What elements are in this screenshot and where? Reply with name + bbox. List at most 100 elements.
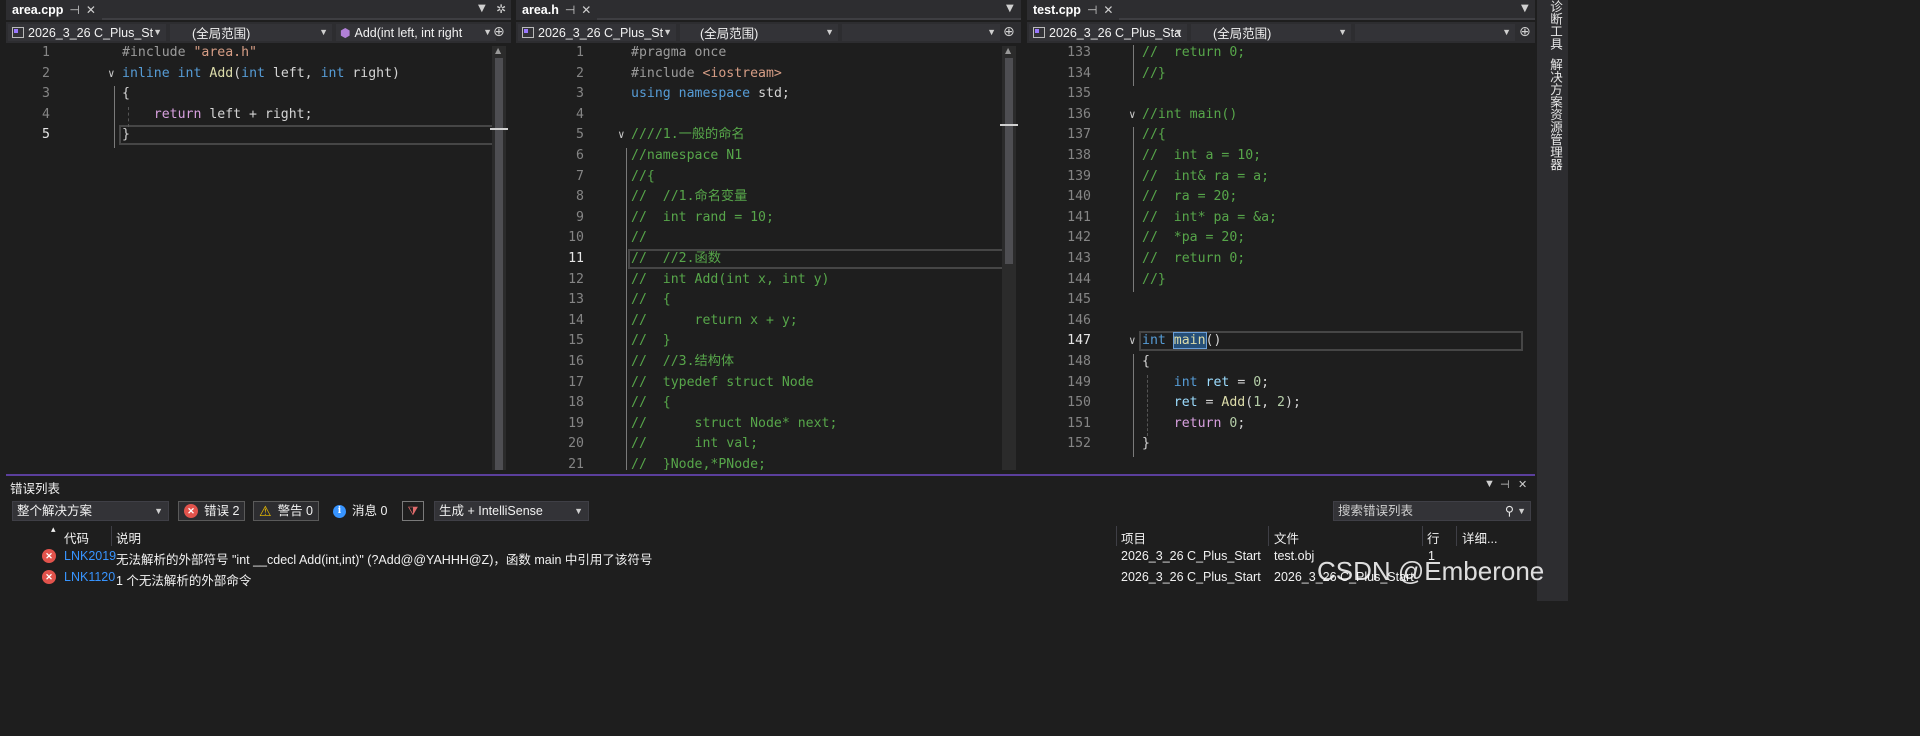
errors-filter-button[interactable]: ✕ 错误 2 [178,501,246,521]
diagnostic-tools-tab[interactable]: 诊断工具 [1546,0,1565,50]
pin-icon[interactable]: ⊣ [565,3,575,17]
split-editor-icon[interactable]: ⊕ [1003,24,1015,40]
code-line[interactable]: 3 using namespace std; [516,84,1021,105]
code-line[interactable]: 2 ∨ inline int Add(int left, int right) [6,64,511,85]
error-code-link[interactable]: LNK1120 [64,570,116,584]
search-icon[interactable]: ⚲ [1505,502,1514,520]
close-icon[interactable]: ✕ [86,3,96,17]
code-line[interactable]: 1 #pragma once [516,43,1021,64]
solution-explorer-tab[interactable]: 解决方案资源管理器 [1546,58,1565,171]
code-line[interactable]: 150 ret = Add(1, 2); [1027,393,1535,414]
code-line[interactable]: 151 return 0; [1027,414,1535,435]
pin-icon[interactable]: ⊣ [69,3,79,17]
code-line[interactable]: 8 // //1.命名变量 [516,187,1021,208]
tab-dropdown-icon[interactable]: ▼ [1006,3,1014,14]
code-line[interactable]: 9 // int rand = 10; [516,208,1021,229]
code-line[interactable]: 138 // int a = 10; [1027,146,1535,167]
code-line[interactable]: 16 // //3.结构体 [516,352,1021,373]
column-separator[interactable] [1116,526,1117,546]
code-line[interactable]: 1 #include "area.h" [6,43,511,64]
code-line[interactable]: 20 // int val; [516,434,1021,455]
code-line[interactable]: 14 // return x + y; [516,311,1021,332]
scope-select[interactable]: 整个解决方案 ▼ [12,501,169,521]
code-line[interactable]: 144 //} [1027,270,1535,291]
code-line[interactable]: 12 // int Add(int x, int y) [516,270,1021,291]
code-line[interactable]: 13 // { [516,290,1021,311]
column-separator[interactable] [1456,526,1457,546]
project-dropdown[interactable]: 2026_3_26 C_Plus_St ▼ [8,24,166,41]
fold-toggle-icon[interactable]: ∨ [1129,331,1136,352]
column-separator[interactable] [111,526,112,546]
messages-filter-button[interactable]: i 消息 0 [327,501,393,521]
close-icon[interactable]: ✕ [1518,478,1527,491]
column-detail[interactable]: 详细... [1462,528,1497,547]
code-line[interactable]: 21 // }Node,*PNode; [516,455,1021,470]
filter-icon[interactable]: ⧩ [402,501,424,521]
scope-dropdown[interactable]: (全局范围) ▼ [1191,24,1351,41]
code-line[interactable]: 11 // //2.函数 [516,249,1021,270]
vertical-scrollbar[interactable]: ▲ [1000,46,1018,470]
code-line[interactable]: 5} [6,125,511,146]
code-line[interactable]: 149 int ret = 0; [1027,373,1535,394]
pin-icon[interactable]: ⊣ [1500,478,1510,491]
code-line[interactable]: 137 //{ [1027,125,1535,146]
code-line[interactable]: 133 // return 0; [1027,43,1535,64]
tab-test-cpp[interactable]: test.cpp ⊣ ✕ [1027,0,1120,20]
column-desc[interactable]: 说明 [116,528,141,547]
code-line[interactable]: 15 // } [516,331,1021,352]
tab-dropdown-icon[interactable]: ▼ [478,3,486,14]
error-row[interactable]: ✕ LNK2019 无法解析的外部符号 "int __cdecl Add(int… [6,546,1535,567]
scroll-thumb[interactable] [1005,58,1013,264]
build-select[interactable]: 生成 + IntelliSense ▼ [434,501,589,521]
code-line[interactable]: 3{ [6,84,511,105]
editor-pane-area-h[interactable]: area.h ⊣ ✕ ▼ 2026_3_26 C_Plus_St ▼ (全局范围)… [516,0,1021,470]
scroll-up-icon[interactable]: ▲ [1005,46,1011,55]
fold-toggle-icon[interactable]: ∨ [618,125,625,146]
column-line[interactable]: 行 [1427,528,1440,547]
panel-dropdown-icon[interactable]: ▼ [1484,478,1495,490]
code-line[interactable]: 140 // ra = 20; [1027,187,1535,208]
code-editor[interactable]: 1 #pragma once 2 #include <iostream> 3 using … [516,43,1021,470]
code-line[interactable]: 135 [1027,84,1535,105]
member-dropdown[interactable]: ▼ [1355,24,1515,41]
project-dropdown[interactable]: 2026_3_26 C_Plus_St ▼ [518,24,676,41]
code-line[interactable]: 6 //namespace N1 [516,146,1021,167]
code-editor[interactable]: 1 #include "area.h" 2 ∨ inline int Add(int l… [6,43,511,470]
vertical-scrollbar[interactable]: ▲ [490,46,508,470]
code-line[interactable]: 4 return left + right; [6,105,511,126]
code-line[interactable]: 5 ∨ ////1.一般的命名 [516,125,1021,146]
search-error-list-input[interactable]: 搜索错误列表 ⚲ ▼ [1333,501,1531,521]
fold-toggle-icon[interactable]: ∨ [1129,105,1136,126]
code-line[interactable]: 142 // *pa = 20; [1027,228,1535,249]
code-line[interactable]: 4 [516,105,1021,126]
warnings-filter-button[interactable]: ⚠ 警告 0 [253,501,319,521]
code-line[interactable]: 134 //} [1027,64,1535,85]
code-line[interactable]: 146 [1027,311,1535,332]
column-project[interactable]: 项目 [1121,528,1146,547]
close-icon[interactable]: ✕ [1103,3,1113,17]
code-editor[interactable]: 133 // return 0; 134 //} 135 136 ∨ //int main()… [1027,43,1535,470]
split-editor-icon[interactable]: ⊕ [493,24,505,40]
scope-dropdown[interactable]: (全局范围) ▼ [680,24,838,41]
column-separator[interactable] [1422,526,1423,546]
split-editor-icon[interactable]: ⊕ [1519,24,1531,40]
error-row[interactable]: ✕ LNK1120 1 个无法解析的外部命令 2026_3_26 C_Plus_… [6,567,1535,588]
code-line[interactable]: 17 // typedef struct Node [516,373,1021,394]
editor-pane-test-cpp[interactable]: test.cpp ⊣ ✕ ▼ 2026_3_26 C_Plus_Sta ▼ (全局… [1027,0,1535,470]
scroll-up-icon[interactable]: ▲ [495,46,501,55]
code-line[interactable]: 2 #include <iostream> [516,64,1021,85]
chevron-down-icon[interactable]: ▼ [1517,502,1526,520]
code-line[interactable]: 10 // [516,228,1021,249]
tab-dropdown-icon[interactable]: ▼ [1521,3,1529,14]
code-line[interactable]: 7 //{ [516,167,1021,188]
tab-area-h[interactable]: area.h ⊣ ✕ [516,0,598,20]
code-line[interactable]: 148 { [1027,352,1535,373]
scope-dropdown[interactable]: (全局范围) ▼ [170,24,332,41]
code-line[interactable]: 145 [1027,290,1535,311]
tab-area-cpp[interactable]: area.cpp ⊣ ✕ [6,0,102,20]
member-dropdown[interactable]: ▼ [842,24,1000,41]
editor-pane-area-cpp[interactable]: area.cpp ⊣ ✕ ▼ ✲ 2026_3_26 C_Plus_St ▼ (全… [6,0,511,470]
code-line[interactable]: 139 // int& ra = a; [1027,167,1535,188]
scroll-thumb[interactable] [495,58,503,470]
code-line[interactable]: 147 ∨ int main() [1027,331,1535,352]
